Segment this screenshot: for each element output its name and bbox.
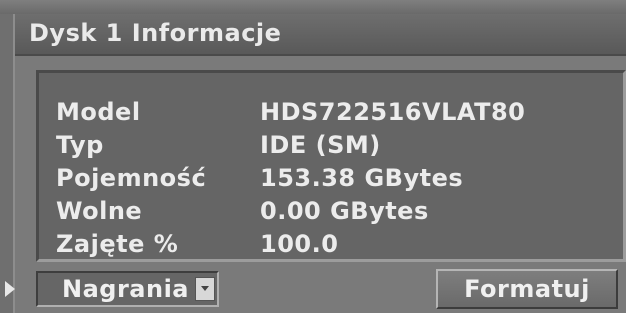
bottom-bar: Nagrania Formatuj <box>5 264 626 313</box>
top-strip <box>0 0 626 14</box>
info-row-used: Zajęte % 100.0 <box>39 230 619 262</box>
info-label: Pojemność <box>56 164 207 192</box>
format-button-label: Formatuj <box>464 275 590 303</box>
info-panel: Model HDS722516VLAT80 Typ IDE (SM) Pojem… <box>36 70 626 262</box>
info-row-type: Typ IDE (SM) <box>39 131 619 163</box>
info-label: Wolne <box>56 197 143 225</box>
dropdown-value: Nagrania <box>62 275 189 303</box>
disk-info-dialog: Dysk 1 Informacje Model HDS722516VLAT80 … <box>5 14 626 313</box>
info-value: 153.38 GBytes <box>260 164 464 192</box>
info-value: HDS722516VLAT80 <box>260 98 526 126</box>
info-value: 0.00 GBytes <box>260 197 429 225</box>
info-label: Typ <box>56 131 104 159</box>
arrow-right-icon <box>5 281 15 297</box>
title-bar: Dysk 1 Informacje <box>15 14 626 56</box>
info-value: 100.0 <box>260 230 339 258</box>
info-row-capacity: Pojemność 153.38 GBytes <box>39 164 619 196</box>
recordings-dropdown[interactable]: Nagrania <box>36 271 219 307</box>
chevron-down-icon[interactable] <box>195 277 215 301</box>
info-row-model: Model HDS722516VLAT80 <box>39 98 619 130</box>
format-button[interactable]: Formatuj <box>436 269 618 309</box>
info-label: Model <box>56 98 141 126</box>
dialog-title: Dysk 1 Informacje <box>29 19 282 47</box>
screen: Dysk 1 Informacje Model HDS722516VLAT80 … <box>0 0 626 313</box>
info-value: IDE (SM) <box>260 131 381 159</box>
info-row-free: Wolne 0.00 GBytes <box>39 197 619 229</box>
info-label: Zajęte % <box>56 230 179 258</box>
